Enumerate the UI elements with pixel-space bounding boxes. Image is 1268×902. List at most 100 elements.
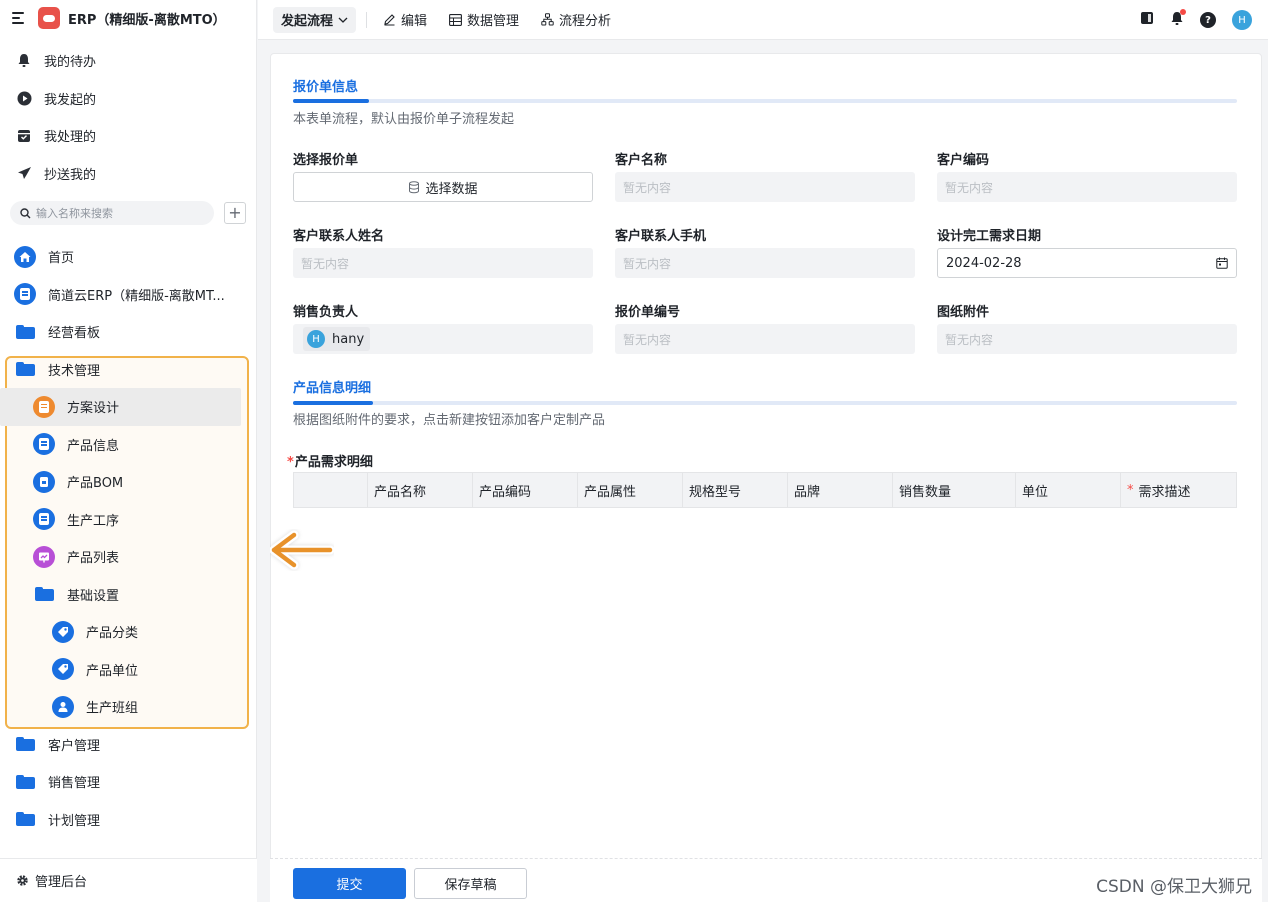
nav-item-label: 经营看板	[48, 326, 101, 342]
section-divider	[293, 99, 1237, 103]
nav-item-label: 产品列表	[67, 551, 120, 567]
user-chip[interactable]: H hany	[303, 327, 371, 351]
field-contact-phone: 客户联系人手机 暂无内容	[615, 225, 915, 278]
nav-item-label: 计划管理	[48, 813, 101, 829]
search-input[interactable]	[36, 206, 186, 220]
edit-label: 编辑	[401, 14, 428, 29]
nav-item-product-list[interactable]: 产品列表	[0, 538, 256, 576]
date-value: 2024-02-28	[946, 255, 1022, 271]
start-flow-button[interactable]: 发起流程	[273, 6, 357, 33]
edit-button[interactable]: 编辑	[383, 10, 427, 29]
toolbar-divider	[366, 11, 368, 28]
search-icon	[20, 207, 31, 218]
nav-item-plan[interactable]: 计划管理	[0, 801, 256, 839]
add-item-button[interactable]: +	[224, 202, 246, 224]
app-nav: 首页 简道云ERP（精细版-离散MT... 经营看板 技术管理 方案设计 产品信…	[0, 238, 256, 838]
quick-nav-label: 我发起的	[44, 92, 97, 108]
field-customer-name: 客户名称 暂无内容	[615, 149, 915, 202]
quick-nav-todo[interactable]: 我的待办	[0, 42, 256, 80]
field-label: 客户联系人手机	[615, 229, 707, 244]
admin-console-link[interactable]: 管理后台	[0, 858, 257, 902]
table-header-label: 需求描述	[1138, 484, 1191, 500]
nav-item-sales[interactable]: 销售管理	[0, 763, 256, 801]
nav-item-label: 简道云ERP（精细版-离散MT...	[48, 288, 225, 304]
data-manage-button[interactable]: 数据管理	[449, 10, 519, 29]
menu-toggle-icon[interactable]	[12, 12, 26, 24]
app-header: ERP（精细版-离散MTO）	[0, 0, 256, 36]
sidebar-toggle-icon[interactable]	[1140, 11, 1154, 29]
notification-bell-icon[interactable]	[1170, 8, 1186, 30]
table-header-cell: 单位	[1016, 473, 1121, 507]
table-header-cell: 品牌	[788, 473, 893, 507]
nav-item-label: 首页	[48, 251, 75, 267]
nav-item-customer[interactable]: 客户管理	[0, 726, 256, 764]
field-value: 暂无内容	[937, 324, 1237, 354]
top-toolbar: 发起流程 编辑 数据管理 流程分析 ? H	[258, 0, 1268, 40]
nav-item-process[interactable]: 生产工序	[0, 501, 256, 539]
nav-item-product-bom[interactable]: 产品BOM	[0, 463, 256, 501]
nav-item-tech[interactable]: 技术管理	[0, 351, 256, 389]
folder-icon	[14, 808, 36, 830]
table-header-cell: 产品编码	[473, 473, 578, 507]
start-flow-label: 发起流程	[281, 14, 334, 29]
admin-console-label: 管理后台	[35, 875, 88, 890]
form-icon	[33, 508, 55, 531]
table-header-cell: 销售数量	[893, 473, 1016, 507]
nav-item-production-team[interactable]: 生产班组	[0, 688, 256, 726]
field-label: 报价单编号	[615, 305, 681, 320]
date-input[interactable]: 2024-02-28	[937, 248, 1237, 278]
user-avatar[interactable]: H	[1232, 10, 1252, 30]
save-draft-button[interactable]: 保存草稿	[414, 868, 527, 899]
tag-icon	[52, 620, 74, 643]
quick-nav-handled[interactable]: 我处理的	[0, 117, 256, 155]
chevron-down-icon	[338, 17, 348, 23]
submit-button[interactable]: 提交	[293, 868, 406, 899]
field-contact-name: 客户联系人姓名 暂无内容	[293, 225, 593, 278]
select-data-button[interactable]: 选择数据	[293, 172, 593, 202]
help-icon[interactable]: ?	[1200, 12, 1216, 28]
search-box	[10, 201, 214, 225]
nav-item-label: 基础设置	[67, 588, 120, 604]
field-drawing: 图纸附件 暂无内容	[937, 301, 1237, 354]
field-value: 暂无内容	[937, 172, 1237, 202]
app-title: ERP（精细版-离散MTO）	[68, 12, 226, 28]
bell-icon	[16, 53, 32, 69]
field-label: 客户联系人姓名	[293, 229, 385, 244]
field-quote-no: 报价单编号 暂无内容	[615, 301, 915, 354]
table-header-cell: 规格型号	[683, 473, 788, 507]
table-header: 产品名称 产品编码 产品属性 规格型号 品牌 销售数量 单位 * 需求描述	[293, 472, 1237, 508]
nav-item-product-unit[interactable]: 产品单位	[0, 651, 256, 689]
quick-nav-label: 抄送我的	[44, 167, 97, 183]
nav-item-basic-settings[interactable]: 基础设置	[0, 576, 256, 614]
table-header-cell: * 需求描述	[1121, 473, 1236, 507]
quick-nav-cc[interactable]: 抄送我的	[0, 155, 256, 193]
section-desc-product: 根据图纸附件的要求，点击新建按钮添加客户定制产品	[293, 413, 606, 428]
nav-item-dashboard[interactable]: 经营看板	[0, 313, 256, 351]
flow-analysis-button[interactable]: 流程分析	[541, 10, 611, 29]
field-value: H hany	[293, 324, 593, 354]
quick-nav-started[interactable]: 我发起的	[0, 80, 256, 118]
folder-open-icon	[14, 358, 36, 380]
field-select-quote: 选择报价单 选择数据	[293, 149, 593, 202]
field-label: 客户编码	[937, 153, 990, 168]
nav-item-solution-design[interactable]: 方案设计	[0, 388, 241, 426]
nav-item-erp[interactable]: 简道云ERP（精细版-离散MT...	[0, 276, 256, 314]
folder-icon	[14, 733, 36, 755]
send-icon	[16, 165, 32, 181]
nav-item-product-category[interactable]: 产品分类	[0, 613, 256, 651]
form-icon	[14, 283, 36, 306]
folder-icon	[14, 771, 36, 793]
nav-item-product-info[interactable]: 产品信息	[0, 426, 256, 464]
required-mark: *	[287, 455, 294, 470]
folder-open-icon	[33, 583, 55, 605]
calendar-icon	[1216, 257, 1228, 269]
field-label: 客户名称	[615, 153, 668, 168]
select-data-label: 选择数据	[425, 181, 478, 197]
folder-icon	[14, 321, 36, 343]
report-icon	[33, 545, 55, 568]
nav-item-home[interactable]: 首页	[0, 238, 256, 276]
field-label: 图纸附件	[937, 305, 990, 320]
pencil-icon	[383, 13, 396, 26]
section-title-product: 产品信息明细	[293, 381, 372, 396]
field-label: 选择报价单	[293, 153, 359, 168]
